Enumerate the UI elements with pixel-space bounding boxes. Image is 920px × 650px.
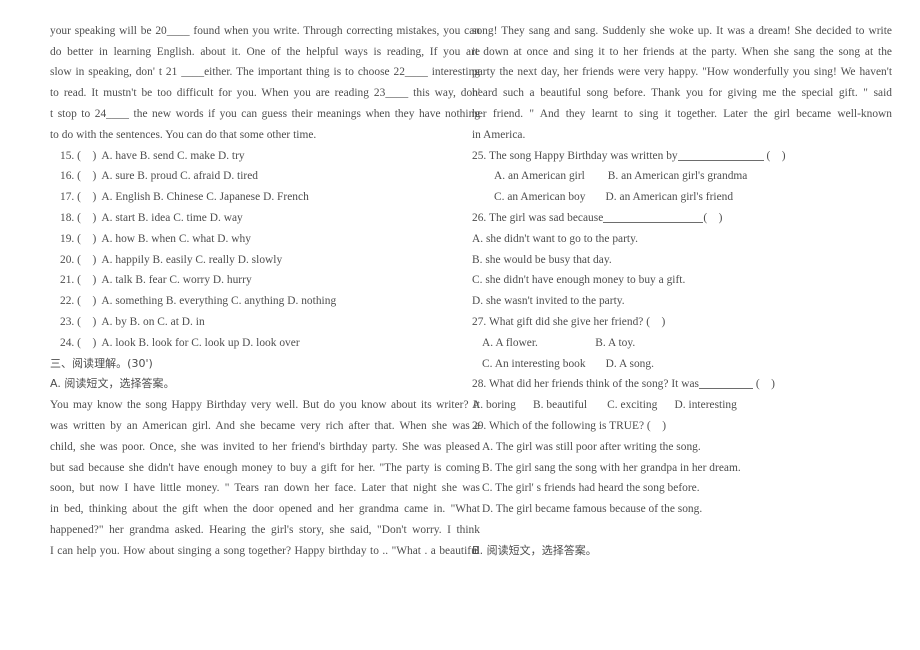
question-option-26[interactable]: D. she wasn't invited to the party. [472, 291, 892, 312]
cloze-question-item[interactable]: 23. ( ) A. by B. on C. at D. in [50, 312, 480, 333]
question-stem-29[interactable]: 29. Which of the following is TRUE? ( ) [472, 416, 892, 437]
question-stem-26[interactable]: 26. The girl was sad because ( ) [472, 208, 892, 229]
subsection-heading-b: B. 阅读短文，选择答案。 [472, 543, 597, 557]
question-option-26[interactable]: C. she didn't have enough money to buy a… [472, 270, 892, 291]
question-option-25[interactable]: C. an American boy D. an American girl's… [472, 187, 892, 208]
question-stem-25[interactable]: 25. The song Happy Birthday was written … [472, 146, 892, 167]
reading-passage-line: child, she was poor. Once, she was invit… [50, 440, 480, 453]
subsection-heading-a: A. 阅读短文，选择答案。 [50, 377, 175, 391]
question-option-26[interactable]: B. she would be busy that day. [472, 250, 892, 271]
top-spacer [472, 0, 892, 21]
cloze-question-item[interactable]: 22. ( ) A. something B. everything C. an… [50, 291, 480, 312]
reading-passage-continuation: song! They sang and sang. Suddenly she w… [472, 21, 892, 146]
question-option-26[interactable]: A. she didn't want to go to the party. [472, 229, 892, 250]
reading-passage-line: but sad because she didn't have enough m… [50, 461, 480, 474]
question-bracket: ( ) [703, 211, 723, 224]
question-stem-27[interactable]: 27. What gift did she give her friend? (… [472, 312, 892, 333]
cloze-question-item[interactable]: 15. ( ) A. have B. send C. make D. try [50, 146, 480, 167]
question-option-27[interactable]: C. An interesting book D. A song. [472, 354, 892, 375]
passage-line: to do with the sentences. You can do tha… [50, 128, 317, 141]
passage-line: do better in learning English. about it.… [50, 45, 480, 58]
reading-passage-line: soon, but now I have little money. " Tea… [50, 482, 480, 495]
question-option-29[interactable]: C. The girl' s friends had heard the son… [472, 478, 892, 499]
question-option-text: A. A flower. B. A toy. [482, 336, 636, 349]
reading-passage-block: You may know the song Happy Birthday ver… [50, 395, 480, 561]
answer-blank[interactable] [603, 221, 704, 223]
answer-blank[interactable] [698, 388, 753, 390]
passage-line: t stop to 24____ the new words if you ca… [50, 107, 480, 120]
reading-passage-line: happened?" her grandma asked. Hearing th… [50, 523, 480, 536]
question-option-29[interactable]: A. The girl was still poor after writing… [472, 437, 892, 458]
document-page: your speaking will be 20____ found when … [0, 0, 920, 650]
reading-passage-line: I can help you. How about singing a song… [50, 544, 480, 557]
top-spacer [50, 0, 480, 21]
reading-passage-line: was written by an American girl. And she… [50, 419, 480, 432]
reading-passage-line: heard such a beautiful song before. Than… [472, 87, 892, 100]
section-heading-reading: 三、阅读理解。(30') [50, 356, 153, 370]
cloze-passage-block: your speaking will be 20____ found when … [50, 21, 480, 146]
cloze-question-item[interactable]: 16. ( ) A. sure B. proud C. afraid D. ti… [50, 166, 480, 187]
question-stem-text: 25. The song Happy Birthday was written … [472, 149, 678, 162]
question-option-29[interactable]: B. The girl sang the song with her grand… [472, 458, 892, 479]
reading-passage-line: in America. [472, 128, 526, 141]
question-option-29[interactable]: D. The girl became famous because of the… [472, 499, 892, 520]
reading-passage-line: in bed, thinking about the gift when the… [50, 503, 480, 516]
cloze-question-list: 15. ( ) A. have B. send C. make D. try 1… [50, 146, 480, 354]
cloze-question-item[interactable]: 20. ( ) A. happily B. easily C. really D… [50, 250, 480, 271]
question-stem-text: 26. The girl was sad because [472, 211, 604, 224]
passage-line: your speaking will be 20____ found when … [50, 24, 480, 37]
reading-passage-line: You may know the song Happy Birthday ver… [50, 399, 480, 412]
question-stem-28[interactable]: 28. What did her friends think of the so… [472, 374, 892, 395]
question-option-25[interactable]: A. an American girl B. an American girl'… [472, 166, 892, 187]
cloze-question-item[interactable]: 24. ( ) A. look B. look for C. look up D… [50, 333, 480, 354]
reading-passage-line: it down at once and sing it to her frien… [472, 45, 892, 58]
question-bracket: ( ) [763, 149, 786, 162]
cloze-question-item[interactable]: 17. ( ) A. English B. Chinese C. Japanes… [50, 187, 480, 208]
reading-passage-line: song! They sang and sang. Suddenly she w… [472, 24, 892, 37]
question-option-27[interactable]: A. A flower. B. A toy. [472, 333, 892, 354]
cloze-question-item[interactable]: 18. ( ) A. start B. idea C. time D. way [50, 208, 480, 229]
passage-line: slow in speaking, don' t 21 ____either. … [50, 66, 480, 79]
left-column: your speaking will be 20____ found when … [50, 0, 480, 562]
right-column: song! They sang and sang. Suddenly she w… [472, 0, 892, 562]
cloze-question-item[interactable]: 21. ( ) A. talk B. fear C. worry D. hurr… [50, 270, 480, 291]
reading-passage-line: her friend. " And they learnt to sing it… [472, 107, 892, 120]
cloze-question-item[interactable]: 19. ( ) A. how B. when C. what D. why [50, 229, 480, 250]
passage-line: to read. It mustn't be too difficult for… [50, 87, 480, 100]
question-option-28[interactable]: A. boring B. beautiful C. exciting D. in… [472, 395, 892, 416]
question-stem-text: 28. What did her friends think of the so… [472, 378, 699, 391]
question-bracket: ( ) [752, 378, 775, 391]
reading-passage-line: party the next day, her friends were ver… [472, 66, 892, 79]
answer-blank[interactable] [677, 159, 764, 161]
